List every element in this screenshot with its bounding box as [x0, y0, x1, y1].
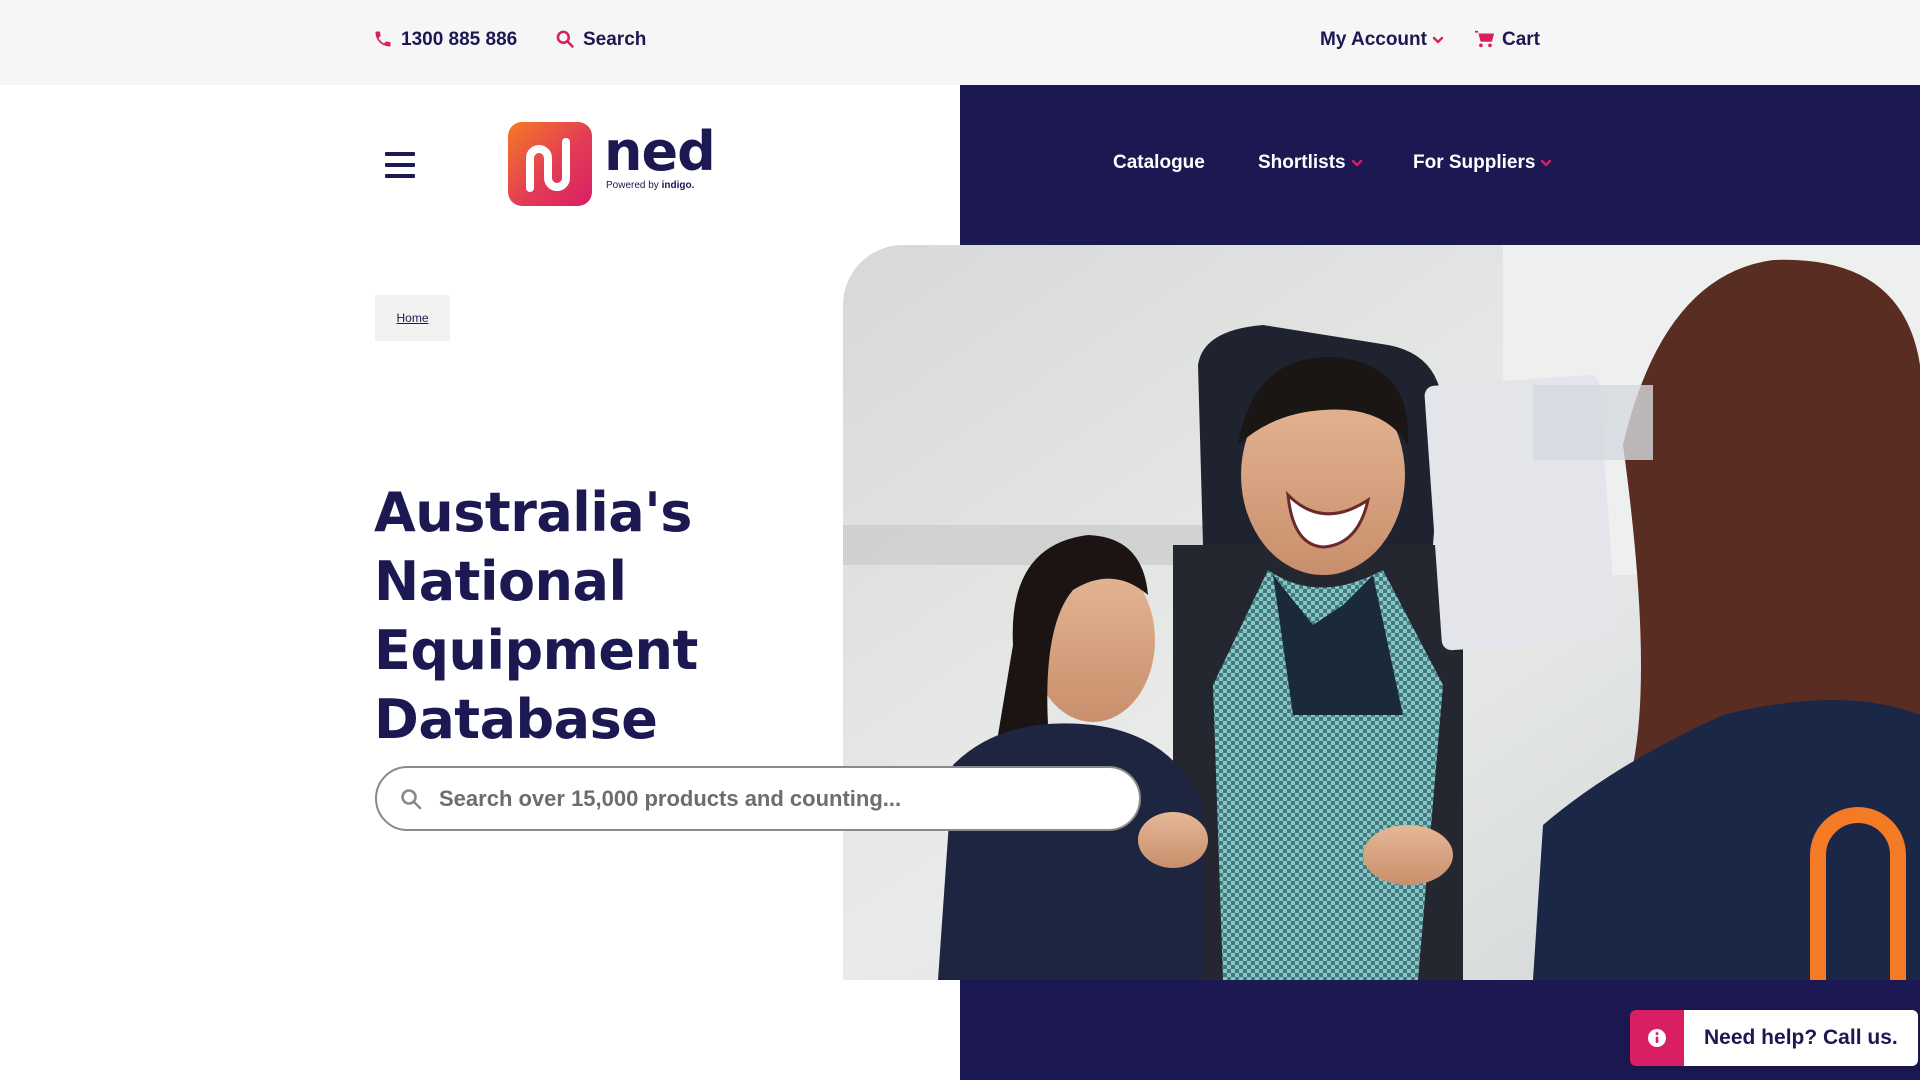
- top-utility-bar: 1300 885 886 Search My Account Cart: [0, 0, 1920, 85]
- cart-link[interactable]: Cart: [1474, 29, 1540, 51]
- page-title: Australia's National Equipment Database: [374, 481, 698, 751]
- breadcrumb-home-link[interactable]: Home: [396, 311, 428, 325]
- phone-number: 1300 885 886: [401, 29, 518, 50]
- info-icon: [1630, 1010, 1684, 1066]
- chevron-down-icon: [1351, 157, 1363, 169]
- hero-image: [843, 245, 1920, 980]
- phone-link[interactable]: 1300 885 886: [373, 29, 517, 51]
- top-search-link[interactable]: Search: [555, 29, 646, 51]
- nav-catalogue[interactable]: Catalogue: [1113, 152, 1205, 174]
- hero-search-field[interactable]: [375, 766, 1141, 831]
- hero-search-input[interactable]: [439, 785, 1099, 812]
- help-label: Need help? Call us.: [1684, 1010, 1918, 1066]
- nav-shortlists-label: Shortlists: [1258, 152, 1346, 173]
- ned-logo[interactable]: ned Powered by indigo.: [508, 120, 716, 206]
- nav-catalogue-label: Catalogue: [1113, 152, 1205, 173]
- my-account-dropdown[interactable]: My Account: [1320, 29, 1444, 51]
- breadcrumb: Home: [375, 295, 450, 341]
- cart-icon: [1474, 29, 1496, 51]
- logo-powered-by: Powered by indigo.: [606, 180, 695, 191]
- phone-icon: [373, 29, 395, 51]
- logo-wordmark: ned: [604, 120, 716, 183]
- my-account-label: My Account: [1320, 29, 1427, 50]
- top-search-label: Search: [583, 29, 647, 50]
- nav-for-suppliers[interactable]: For Suppliers: [1413, 152, 1552, 174]
- nav-for-suppliers-label: For Suppliers: [1413, 152, 1536, 173]
- chevron-down-icon: [1540, 157, 1552, 169]
- nav-shortlists[interactable]: Shortlists: [1258, 152, 1363, 174]
- help-call-button[interactable]: Need help? Call us.: [1630, 1010, 1918, 1066]
- cart-label: Cart: [1502, 29, 1541, 50]
- search-icon: [399, 787, 423, 811]
- chevron-down-icon: [1432, 34, 1444, 46]
- hamburger-menu-icon[interactable]: [385, 152, 415, 178]
- ned-logo-mark: [508, 122, 592, 206]
- search-icon: [555, 29, 577, 51]
